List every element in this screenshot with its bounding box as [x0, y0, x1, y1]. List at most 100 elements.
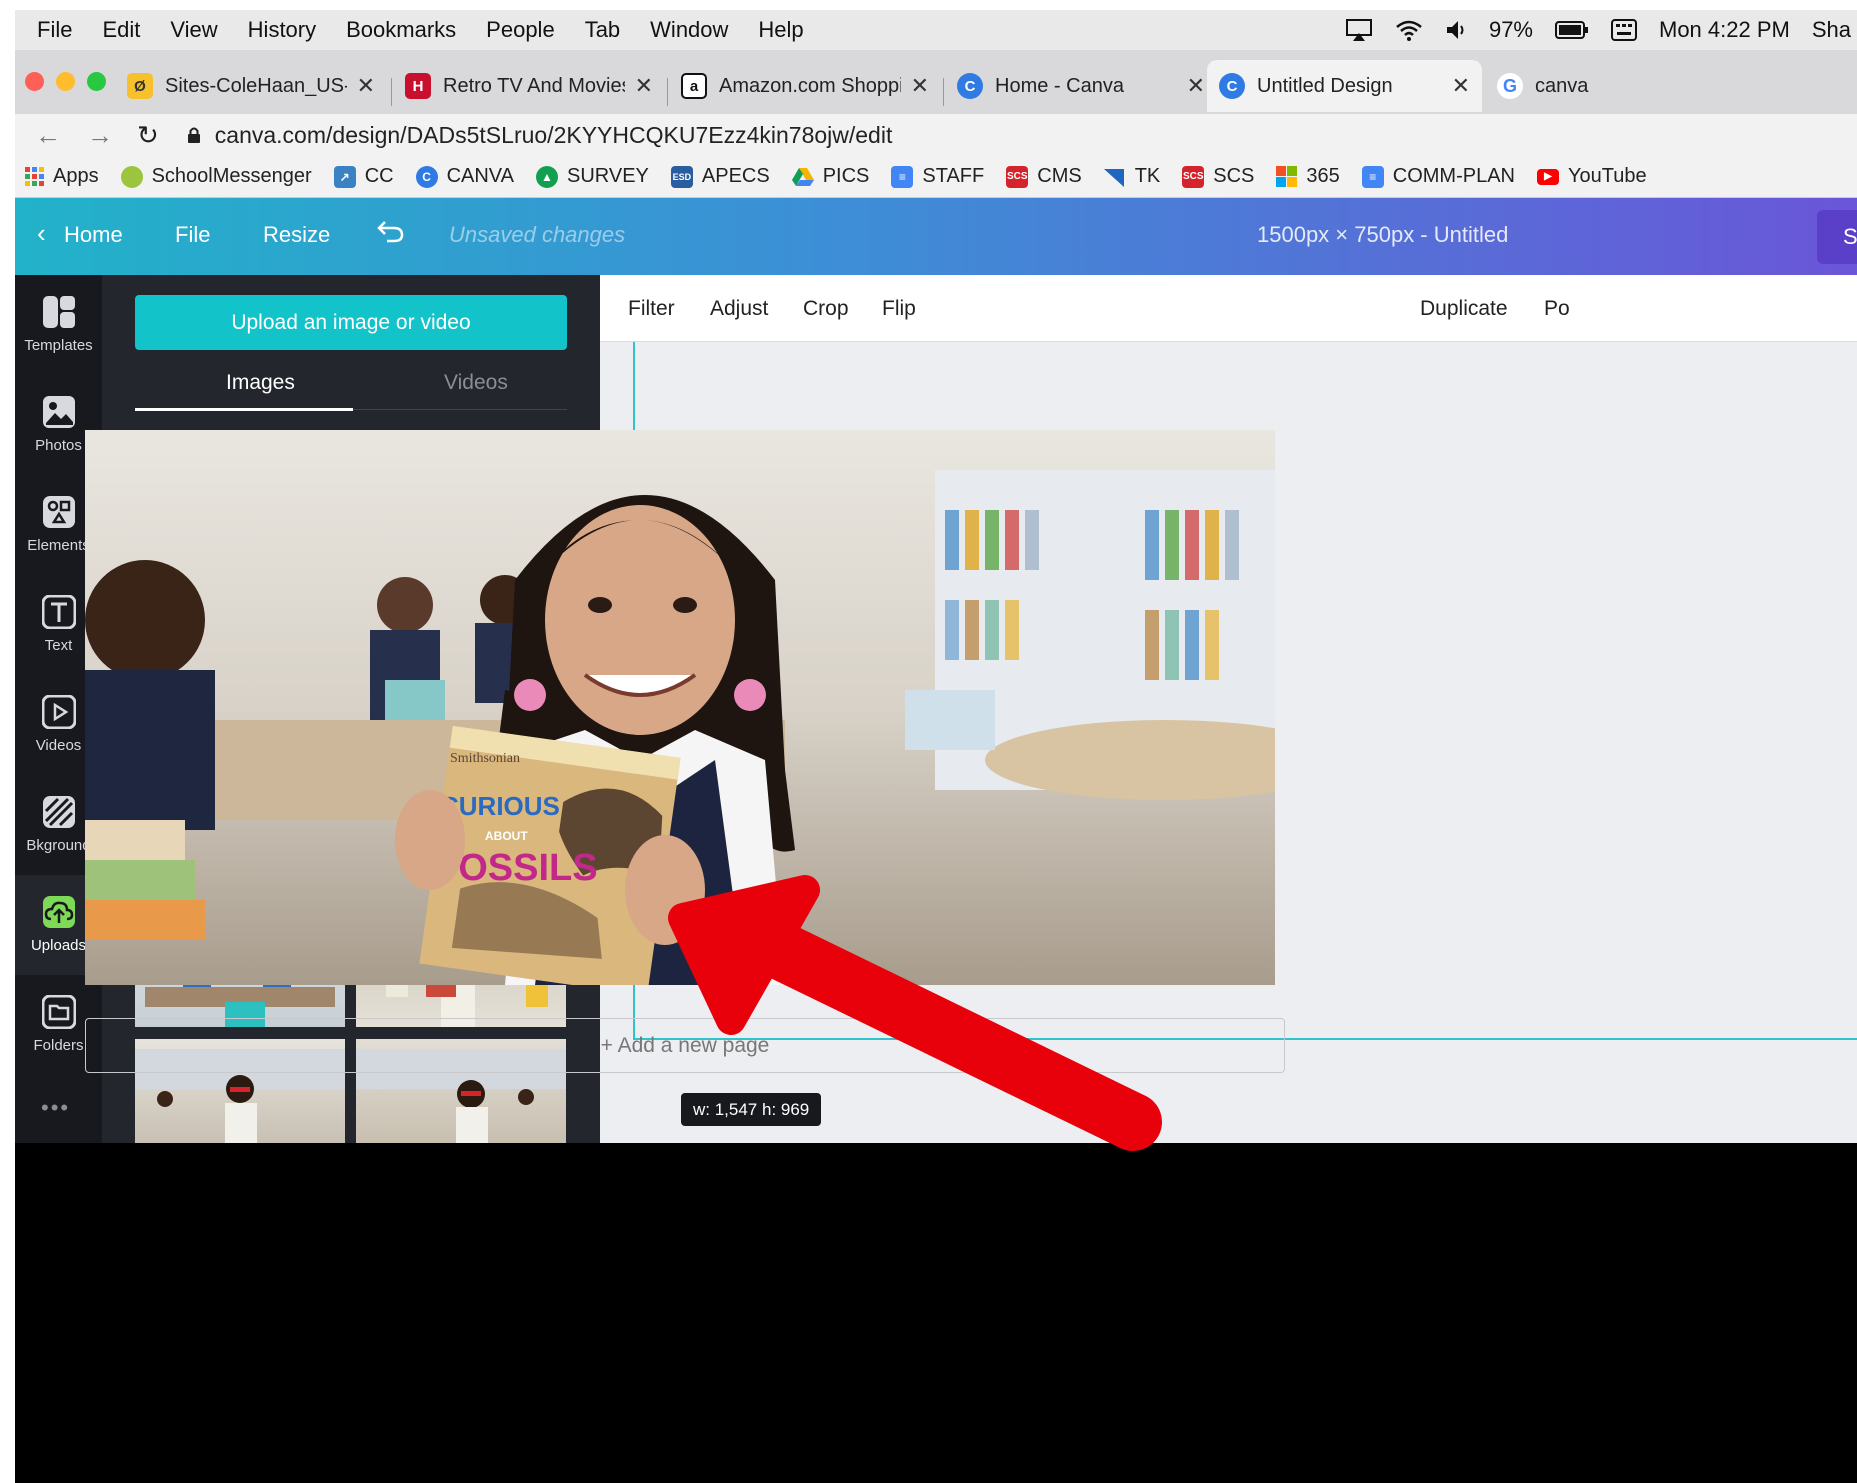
- bookmark-apps[interactable]: Apps: [25, 165, 99, 188]
- bookmark-staff[interactable]: ≡ STAFF: [891, 165, 984, 188]
- window-controls: [25, 72, 106, 91]
- folders-icon: [41, 995, 76, 1029]
- bookmark-canva[interactable]: C CANVA: [415, 165, 514, 188]
- volume-icon[interactable]: [1445, 18, 1467, 42]
- rail-templates[interactable]: Templates: [15, 275, 102, 375]
- url-field[interactable]: canva.com/design/DADs5tSLruo/2KYYHCQKU7E…: [187, 122, 892, 149]
- document-title[interactable]: 1500px × 750px - Untitled: [1257, 222, 1508, 248]
- chevron-left-icon[interactable]: ‹: [37, 218, 46, 249]
- apps-grid-icon: [25, 167, 44, 186]
- close-tab-icon[interactable]: ✕: [1187, 73, 1205, 99]
- position-button[interactable]: Po: [1544, 297, 1570, 321]
- close-window-button[interactable]: [25, 72, 44, 91]
- close-tab-icon[interactable]: ✕: [357, 73, 375, 99]
- google-drive-icon: [791, 166, 814, 188]
- menu-help[interactable]: Help: [758, 17, 803, 43]
- menu-bookmarks[interactable]: Bookmarks: [346, 17, 456, 43]
- image-toolbar: Filter Adjust Crop Flip Duplicate Po: [600, 275, 1857, 342]
- tab-amazon[interactable]: a Amazon.com Shopping ✕: [669, 60, 941, 112]
- tab-videos[interactable]: Videos: [444, 371, 508, 395]
- canva-header: ‹ Home File Resize Unsaved changes 1500p…: [15, 198, 1857, 275]
- dimensions-tooltip: w: 1,547 h: 969: [681, 1093, 822, 1126]
- flip-button[interactable]: Flip: [882, 297, 916, 321]
- lock-icon: [187, 127, 200, 143]
- bookmark-cms[interactable]: SCS CMS: [1006, 165, 1082, 188]
- undo-icon[interactable]: [377, 218, 405, 250]
- templates-icon: [42, 295, 76, 329]
- google-doc-icon: ≡: [891, 165, 914, 188]
- home-button[interactable]: Home: [64, 222, 123, 248]
- reload-icon[interactable]: ↻: [137, 120, 159, 151]
- back-arrow-icon[interactable]: ←: [35, 120, 61, 151]
- close-tab-icon[interactable]: ✕: [1452, 73, 1470, 99]
- tab-untitled-design[interactable]: C Untitled Design ✕: [1207, 60, 1482, 112]
- tab-google-canva[interactable]: G canva: [1485, 60, 1857, 112]
- canva-icon: C: [415, 165, 438, 188]
- menu-window[interactable]: Window: [650, 17, 728, 43]
- menu-view[interactable]: View: [170, 17, 217, 43]
- leaf-icon: [120, 165, 143, 188]
- adjust-button[interactable]: Adjust: [710, 297, 768, 321]
- bookmark-apecs[interactable]: ESD APECS: [670, 165, 770, 188]
- menu-tab[interactable]: Tab: [585, 17, 620, 43]
- scs-logo-icon: SCS: [1006, 165, 1029, 188]
- bookmark-survey[interactable]: ▲ SURVEY: [536, 165, 649, 188]
- tab-retro-tv[interactable]: H Retro TV And Movies Po ✕: [393, 60, 665, 112]
- book-brand: Smithsonian: [450, 751, 520, 766]
- resize-button[interactable]: Resize: [263, 222, 330, 248]
- macos-menu-bar: File Edit View History Bookmarks People …: [15, 10, 1857, 50]
- history-h-icon: H: [405, 73, 431, 99]
- canva-icon: C: [1219, 73, 1245, 99]
- bookmark-youtube[interactable]: ▶ YouTube: [1537, 165, 1647, 188]
- screen-bottom-area: [15, 1143, 1857, 1483]
- tab-images[interactable]: Images: [226, 371, 295, 395]
- menu-edit[interactable]: Edit: [102, 17, 140, 43]
- share-button[interactable]: S: [1817, 210, 1857, 264]
- airplay-icon[interactable]: [1345, 18, 1373, 42]
- bookmark-comm-plan[interactable]: ≡ COMM-PLAN: [1361, 165, 1515, 188]
- elements-icon: [42, 495, 76, 529]
- file-menu-button[interactable]: File: [175, 222, 210, 248]
- bookmarks-bar: Apps SchoolMessenger ↗ CC C CANVA ▲ SURVEY …: [15, 156, 1857, 198]
- bookmark-365[interactable]: 365: [1276, 165, 1340, 188]
- filter-button[interactable]: Filter: [628, 297, 675, 321]
- keyboard-icon[interactable]: [1611, 18, 1637, 42]
- zoom-window-button[interactable]: [87, 72, 106, 91]
- bookmark-scs[interactable]: SCS SCS: [1182, 165, 1254, 188]
- forward-arrow-icon[interactable]: →: [87, 120, 113, 151]
- crop-button[interactable]: Crop: [803, 297, 849, 321]
- videos-icon: [41, 695, 76, 729]
- menu-history[interactable]: History: [248, 17, 316, 43]
- survey-icon: ▲: [536, 165, 558, 188]
- screen: File Edit View History Bookmarks People …: [15, 10, 1857, 1483]
- background-icon: [42, 795, 76, 829]
- browser-tab-bar: Ø Sites-ColeHaan_US-Site ✕ H Retro TV An…: [15, 50, 1857, 114]
- minimize-window-button[interactable]: [56, 72, 75, 91]
- bookmark-tk[interactable]: TK: [1103, 165, 1160, 188]
- tab-separator: [667, 78, 668, 106]
- tab-home-canva[interactable]: C Home - Canva ✕: [945, 60, 1217, 112]
- close-tab-icon[interactable]: ✕: [635, 73, 653, 99]
- scs-logo-icon: SCS: [1182, 165, 1205, 188]
- photos-icon: [42, 395, 76, 429]
- flag-icon: [1103, 166, 1126, 188]
- user-name[interactable]: Sha: [1812, 17, 1851, 43]
- menu-people[interactable]: People: [486, 17, 555, 43]
- tab-separator: [943, 78, 944, 106]
- add-page-button[interactable]: + Add a new page: [85, 1018, 1285, 1073]
- upload-media-button[interactable]: Upload an image or video: [135, 295, 567, 350]
- bookmark-schoolmessenger[interactable]: SchoolMessenger: [120, 165, 312, 188]
- clock[interactable]: Mon 4:22 PM: [1659, 17, 1790, 43]
- wifi-icon[interactable]: [1395, 18, 1423, 42]
- bookmark-pics[interactable]: PICS: [791, 165, 869, 188]
- uploads-icon: [42, 895, 76, 929]
- active-tab-indicator: [135, 408, 353, 411]
- tab-sites-colehaan[interactable]: Ø Sites-ColeHaan_US-Site ✕: [115, 60, 387, 112]
- close-tab-icon[interactable]: ✕: [911, 73, 929, 99]
- duplicate-button[interactable]: Duplicate: [1420, 297, 1508, 321]
- canvas-photo[interactable]: Smithsonian CURIOUS ABOUT FOSSILS: [85, 430, 1275, 985]
- menu-file[interactable]: File: [37, 17, 72, 43]
- battery-icon[interactable]: [1555, 20, 1589, 40]
- more-icon[interactable]: •••: [41, 1095, 70, 1121]
- bookmark-cc[interactable]: ↗ CC: [333, 165, 394, 188]
